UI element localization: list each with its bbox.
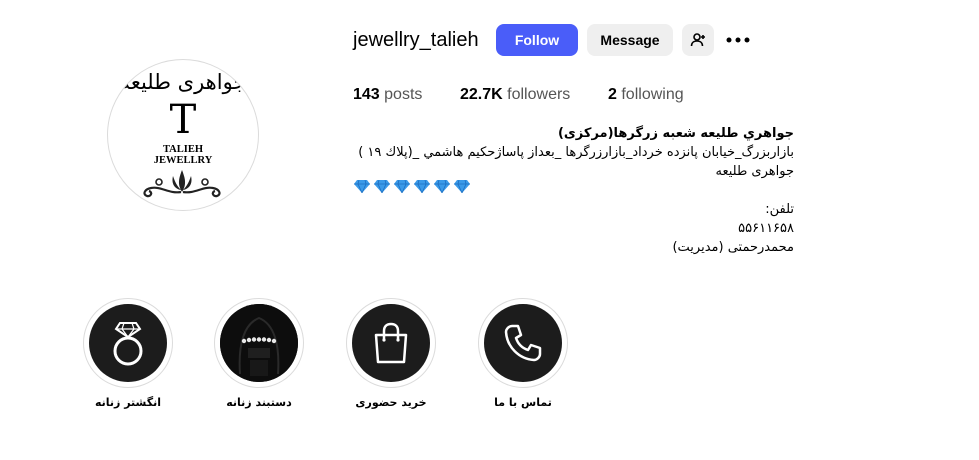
follow-button[interactable]: Follow	[496, 24, 578, 56]
gem-icon	[354, 180, 370, 193]
gem-icon	[434, 180, 450, 193]
bio-phone: ۵۵۶۱۱۶۵۸	[738, 221, 794, 236]
followers-link[interactable]: 22.7K followers	[460, 86, 570, 104]
profile-username: jewellry_talieh	[353, 29, 479, 51]
posts-count: 143 posts	[353, 86, 423, 103]
highlight-label: انگشتر زنانه	[94, 396, 162, 409]
bio-address: بازاربزرگ_خیابان پانزده خرداد_بازارزرگره…	[358, 145, 794, 160]
phone-icon	[504, 324, 542, 362]
person-add-icon	[690, 33, 705, 47]
highlight-in-store[interactable]: خرید حضوری	[346, 298, 436, 409]
avatar-persian-text: جواهری طلیعه	[119, 70, 247, 94]
highlight-label: خرید حضوری	[355, 396, 427, 409]
avatar-brand-name: TALIEH JEWELLRY	[153, 144, 213, 166]
more-options-icon	[726, 37, 750, 43]
shopping-bag-icon	[374, 322, 408, 364]
bio-phone-label: تلفن:	[765, 202, 794, 217]
message-button[interactable]: Message	[587, 24, 673, 56]
ornament-icon	[143, 170, 221, 198]
gem-icon	[374, 180, 390, 193]
highlight-label: دستبند زنانه	[226, 396, 292, 409]
bio-manager: محمدرحمتی (مدیریت)	[672, 240, 794, 255]
avatar-monogram: T	[169, 97, 197, 143]
highlight-bracelets[interactable]: دستبند زنانه	[214, 298, 304, 409]
gem-icon	[394, 180, 410, 193]
highlight-rings[interactable]: انگشتر زنانه	[83, 298, 173, 409]
more-options-button[interactable]	[725, 30, 751, 50]
bio-gems	[354, 180, 470, 193]
gem-icon	[414, 180, 430, 193]
add-user-button[interactable]	[682, 24, 714, 56]
highlight-label: تماس با ما	[494, 396, 552, 409]
highlight-contact[interactable]: تماس با ما	[478, 298, 568, 409]
ring-icon	[113, 322, 143, 366]
following-link[interactable]: 2 following	[608, 86, 684, 104]
bio-brand: جواهری طلیعه	[715, 164, 794, 179]
bio-title: جواهري طلیعه شعبه زرگرها(مرکزی)	[557, 126, 794, 141]
gem-icon	[454, 180, 470, 193]
profile-avatar[interactable]: جواهری طلیعه T TALIEH JEWELLRY	[107, 59, 259, 211]
bracelet-photo	[220, 304, 298, 382]
